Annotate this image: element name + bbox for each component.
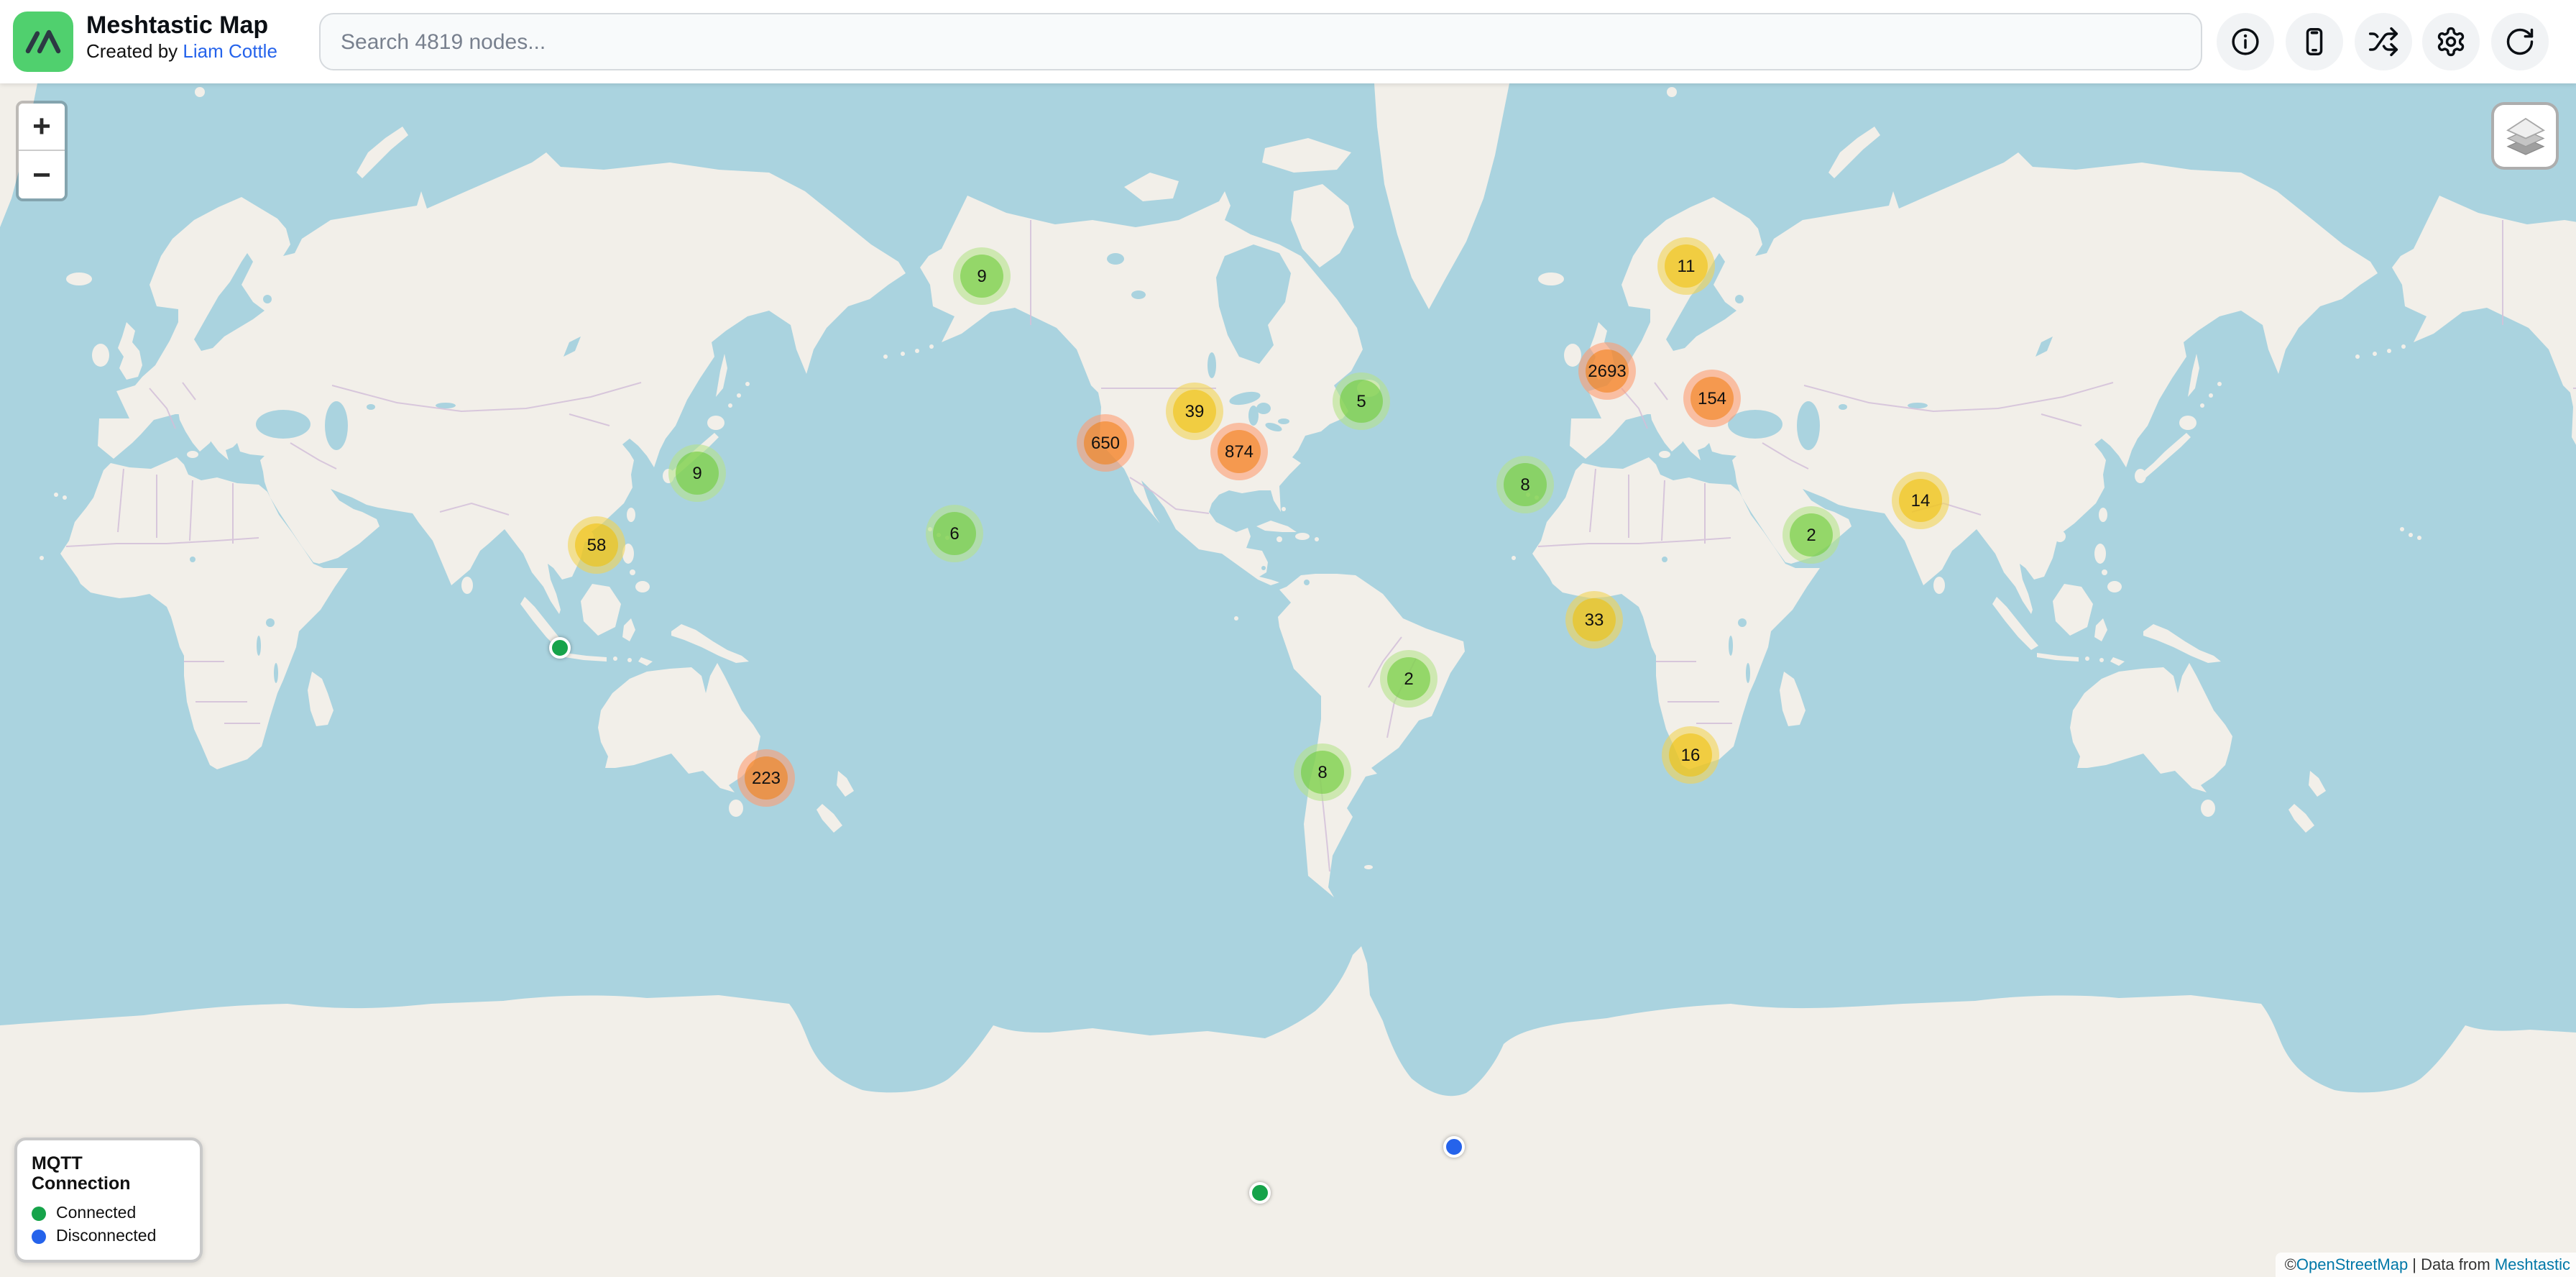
legend-dot [32, 1207, 46, 1221]
cluster-marker[interactable]: 9 [668, 444, 726, 502]
node-marker-connected[interactable] [548, 636, 570, 658]
app-logo[interactable] [13, 12, 73, 72]
cluster-marker[interactable]: 8 [1496, 456, 1554, 513]
refresh-button[interactable] [2491, 13, 2549, 70]
mqtt-connection-legend: MQTT Connection Connected Disconnected [14, 1138, 203, 1263]
search-input[interactable] [319, 13, 2202, 70]
shuffle-icon [2368, 26, 2399, 58]
map-attribution: © OpenStreetMap | Data from Meshtastic [2276, 1253, 2576, 1277]
cluster-marker[interactable]: 5 [1333, 372, 1390, 430]
cluster-marker[interactable]: 223 [737, 749, 795, 807]
shuffle-button[interactable] [2355, 13, 2412, 70]
legend-label: Connected [56, 1205, 136, 1222]
subtitle-text: Created by [86, 41, 183, 63]
legend-dot [32, 1230, 46, 1244]
world-map-svg [0, 83, 2576, 1277]
cluster-marker[interactable]: 9 [953, 247, 1011, 305]
brand-block: Meshtastic Map Created by Liam Cottle [86, 10, 277, 64]
info-icon [2230, 26, 2261, 58]
meshtastic-logo-icon [19, 17, 68, 66]
refresh-icon [2504, 26, 2536, 58]
zoom-in-button[interactable]: + [19, 104, 65, 151]
cluster-marker[interactable]: 11 [1657, 237, 1715, 295]
cluster-marker[interactable]: 874 [1210, 423, 1268, 480]
node-marker-disconnected[interactable] [1443, 1135, 1464, 1157]
gear-icon [2435, 26, 2467, 58]
app-root: 911269315439650874598145862332816223 + −… [0, 0, 2576, 1277]
settings-button[interactable] [2422, 13, 2480, 70]
cluster-marker[interactable]: 154 [1683, 370, 1741, 427]
cluster-marker[interactable]: 14 [1892, 472, 1949, 529]
cluster-marker[interactable]: 16 [1662, 726, 1719, 784]
openstreetmap-link[interactable]: OpenStreetMap [2296, 1256, 2408, 1273]
legend-item: Connected [32, 1205, 185, 1222]
cluster-marker[interactable]: 650 [1077, 414, 1134, 472]
page-title: Meshtastic Map [86, 10, 277, 41]
smartphone-icon [2299, 26, 2330, 58]
node-marker-connected[interactable] [1248, 1181, 1270, 1203]
legend-item: Disconnected [32, 1228, 185, 1245]
map-canvas[interactable] [0, 83, 2576, 1277]
info-button[interactable] [2217, 13, 2274, 70]
cluster-marker[interactable]: 8 [1294, 743, 1351, 801]
layers-control[interactable] [2491, 102, 2559, 170]
layers-icon [2503, 116, 2547, 156]
cluster-marker[interactable]: 33 [1565, 591, 1623, 649]
zoom-out-button[interactable]: − [19, 151, 65, 198]
cluster-marker[interactable]: 6 [926, 505, 983, 562]
page-subtitle: Created by Liam Cottle [86, 41, 277, 65]
cluster-marker[interactable]: 39 [1166, 383, 1223, 440]
mobile-app-button[interactable] [2286, 13, 2343, 70]
cluster-marker[interactable]: 58 [568, 516, 625, 574]
author-link[interactable]: Liam Cottle [183, 41, 277, 63]
copyright-text: © [2285, 1256, 2296, 1273]
cluster-marker[interactable]: 2 [1782, 506, 1840, 564]
header-bar: Meshtastic Map Created by Liam Cottle [0, 0, 2576, 83]
meshtastic-link[interactable]: Meshtastic [2495, 1256, 2570, 1273]
attribution-separator: | Data from [2408, 1256, 2495, 1273]
legend-label: Disconnected [56, 1228, 156, 1245]
legend-title: MQTT Connection [32, 1153, 185, 1194]
legend-items: Connected Disconnected [32, 1205, 185, 1245]
zoom-control: + − [16, 101, 68, 201]
cluster-marker[interactable]: 2693 [1578, 342, 1636, 400]
cluster-marker[interactable]: 2 [1380, 650, 1438, 708]
